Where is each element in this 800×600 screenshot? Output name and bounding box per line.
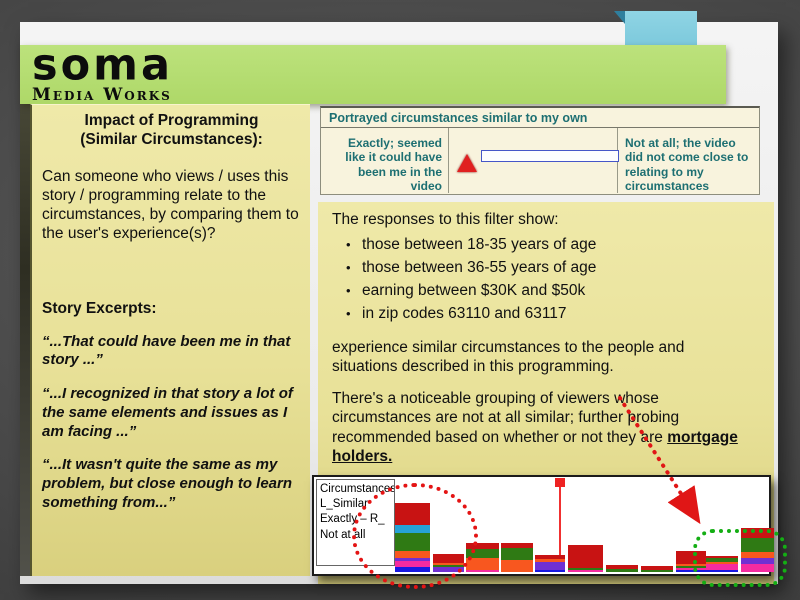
bullet-list: •those between 18-35 years of age •those… — [346, 234, 748, 326]
question-text: Can someone who views / uses this story … — [42, 167, 301, 244]
list-item: •those between 36-55 years of age — [346, 257, 748, 280]
stacked-bar — [641, 566, 673, 572]
tab-fold-icon — [614, 11, 625, 24]
bullet-icon: • — [346, 280, 362, 303]
list-item: •earning between $30K and $50k — [346, 280, 748, 303]
bar-segment-green — [501, 548, 533, 560]
bullet-icon: • — [346, 303, 362, 326]
excerpt-quote: “...I recognized in that story a lot of … — [42, 385, 301, 441]
slider-triangle-icon[interactable] — [457, 154, 477, 172]
survey-left-label: Exactly; seemed like it could have been … — [321, 128, 449, 193]
list-item: •in zip codes 63110 and 63117 — [346, 303, 748, 326]
bullet-text: those between 18-35 years of age — [362, 234, 596, 257]
logo-strip: soma Media Works — [20, 45, 726, 104]
excerpt-quote: “...It wasn't quite the same as my probl… — [42, 456, 301, 512]
panel-heading-line1: Impact of Programming — [42, 111, 301, 130]
conclusion-paragraph: There's a noticeable grouping of viewers… — [332, 389, 748, 467]
logo-soma: soma — [32, 47, 726, 86]
survey-body: Exactly; seemed like it could have been … — [321, 128, 759, 193]
bar-segment-orange — [501, 560, 533, 572]
bar-segment-magenta — [466, 570, 499, 572]
bar-segment-green — [641, 570, 673, 572]
excerpt-quote: “...That could have been me in that stor… — [42, 333, 301, 371]
analysis-intro: The responses to this filter show: — [332, 210, 748, 230]
left-panel: Impact of Programming (Similar Circumsta… — [30, 104, 310, 576]
stacked-bar — [568, 545, 603, 572]
stacked-bar — [535, 555, 565, 572]
stacked-bar — [501, 543, 533, 572]
stacked-bar — [606, 565, 638, 572]
list-item: •those between 18-35 years of age — [346, 234, 748, 257]
bullet-text: earning between $30K and $50k — [362, 280, 585, 303]
bar-segment-purple — [535, 562, 565, 570]
excerpts-heading: Story Excerpts: — [42, 300, 301, 318]
conclusion-text: There's a noticeable grouping of viewers… — [332, 390, 679, 446]
green-dotted-box-annotation — [693, 529, 787, 587]
bullet-icon: • — [346, 257, 362, 280]
panel-heading: Impact of Programming (Similar Circumsta… — [42, 111, 301, 150]
bar-segment-blue — [535, 570, 565, 572]
page-corner-tab — [625, 11, 697, 47]
survey-slider-area — [449, 128, 617, 193]
left-edge-decoration — [20, 104, 30, 576]
panel-heading-line2: (Similar Circumstances): — [42, 130, 301, 149]
bar-segment-green — [606, 569, 638, 572]
slide-background: { "logo": { "title": "soma", "subtitle":… — [0, 0, 800, 600]
bar-segment-magenta — [568, 570, 603, 572]
survey-widget: Portrayed circumstances similar to my ow… — [320, 106, 760, 195]
bullet-icon: • — [346, 234, 362, 257]
red-marker-square-icon — [555, 478, 565, 487]
analysis-paragraph: experience similar circumstances to the … — [332, 338, 748, 377]
survey-title: Portrayed circumstances similar to my ow… — [321, 108, 759, 128]
slider-track[interactable] — [481, 150, 619, 162]
survey-right-label: Not at all; the video did not come close… — [617, 128, 759, 193]
bullet-text: in zip codes 63110 and 63117 — [362, 303, 567, 326]
red-dashed-ellipse-annotation — [352, 483, 478, 589]
bar-segment-red — [568, 545, 603, 568]
bullet-text: those between 36-55 years of age — [362, 257, 596, 280]
